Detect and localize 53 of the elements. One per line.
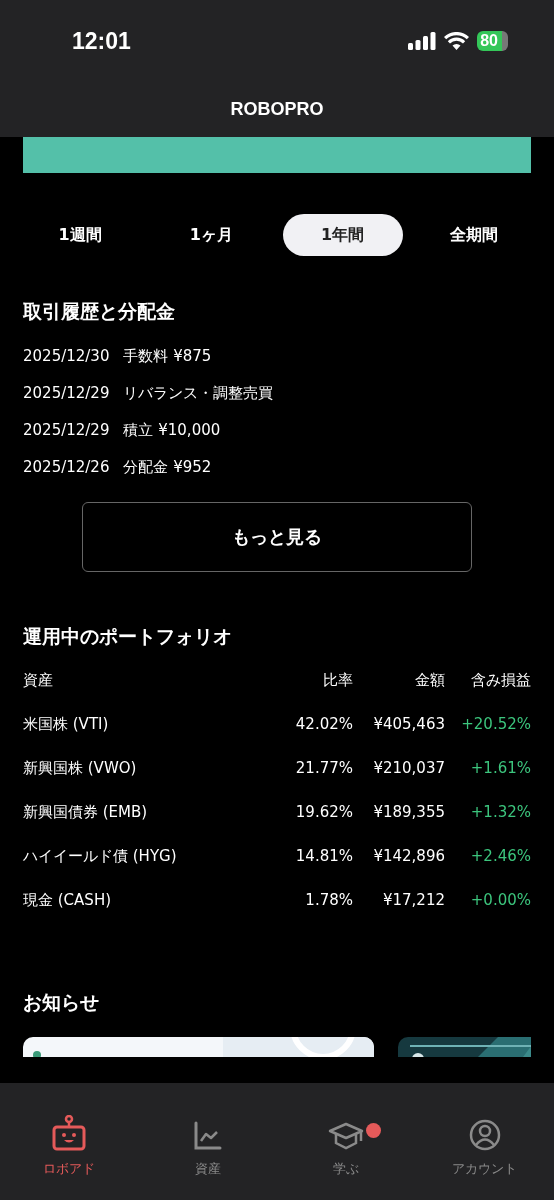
table-cell-text: 19.62% [294,801,353,823]
transaction-description: 積立 ¥10,000 [123,419,221,441]
transaction-date: 2025/12/30 [23,345,110,367]
wifi-icon [444,32,470,50]
table-cell: ¥189,355 [353,790,445,834]
transaction-description: 分配金 ¥952 [123,456,212,478]
battery-indicator: 80 [477,31,508,51]
table-cell: ¥210,037 [353,746,445,790]
table-cell-text: +1.32% [469,801,531,823]
table-cell: +2.46% [445,834,531,878]
graduation-cap-icon [328,1121,365,1152]
table-cell-text: +1.61% [469,757,531,779]
table-cell-text: 1.78% [304,889,353,911]
table-cell-text: +20.52% [460,713,531,735]
transaction-description: リバランス・調整売買 [123,382,274,404]
account-icon [468,1119,501,1152]
column-header: 含み損益 [445,658,531,702]
period-tab[interactable]: 1ヶ月 [151,214,272,256]
column-header: 比率 [322,669,353,691]
table-cell-text: 米国株 (VTI) [23,713,110,735]
table-cell: ¥17,212 [353,878,445,922]
section-title: 運用中のポートフォリオ [23,623,233,649]
transaction-date: 2025/12/29 [23,419,110,441]
table-cell-text: 現金 (CASH) [23,889,112,911]
chart-icon [193,1121,222,1152]
table-cell-text: 14.81% [294,845,353,867]
tab-label[interactable]: ロボアド [6,1159,132,1179]
signal-icon [408,32,437,50]
period-tab[interactable]: 全期間 [414,214,534,256]
tab-label[interactable]: 資産 [144,1159,271,1179]
transaction-description: 手数料 ¥875 [123,345,212,367]
period-tab[interactable]: 1週間 [20,214,140,256]
table-cell: ¥142,896 [353,834,445,878]
table-cell-text: 新興国株 (VWO) [23,757,138,779]
robot-icon [52,1115,86,1152]
tab-label[interactable]: アカウント [421,1159,548,1179]
column-header: 金額 [353,658,445,702]
table-cell-text: 新興国債券 (EMB) [23,801,149,823]
section-title: 取引履歴と分配金 [23,299,176,324]
tab-label[interactable]: 学ぶ [283,1159,410,1179]
more-button[interactable]: もっと見る [82,501,472,572]
table-cell-text: +0.00% [469,889,531,911]
period-tab[interactable]: 1年間 [282,214,403,256]
table-cell-text: ハイイールド債 (HYG) [23,845,178,867]
transaction-date: 2025/12/26 [23,456,110,478]
section-title: お知らせ [23,990,100,1015]
table-cell-text: 42.02% [294,713,353,735]
status-time: 12:01 [72,26,131,56]
table-cell-text: 21.77% [294,757,353,779]
app-title: ROBOPRO [230,98,324,121]
table-cell: ¥405,463 [353,702,445,746]
transaction-date: 2025/12/29 [23,382,110,404]
column-header: 資産 [23,669,54,691]
